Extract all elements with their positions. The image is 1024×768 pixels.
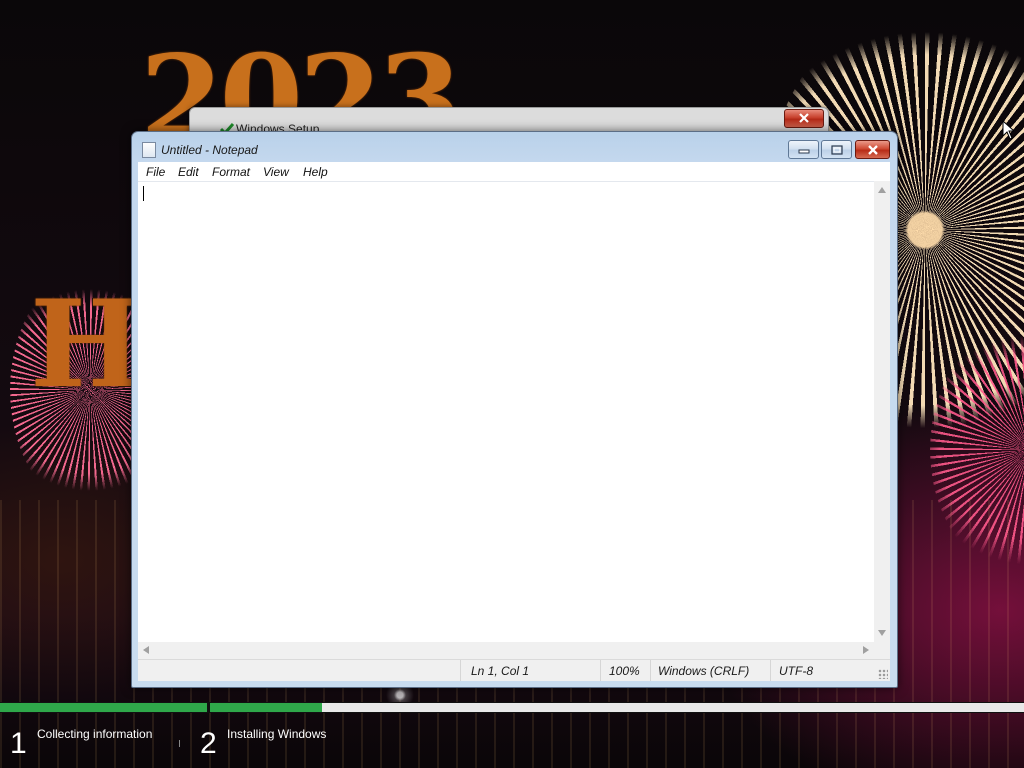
menu-help[interactable]: Help <box>303 165 328 179</box>
progress-segment-installing <box>210 703 1024 712</box>
status-cell-encoding: UTF-8 <box>770 660 891 681</box>
maximize-button[interactable] <box>821 140 852 159</box>
progress-fill-installing <box>210 703 322 712</box>
minimize-button[interactable] <box>788 140 819 159</box>
notepad-window[interactable]: Untitled - Notepad File Edit Format View… <box>131 131 898 688</box>
status-cell-zoom: 100% <box>600 660 651 681</box>
setup-progress-bar <box>0 702 1024 713</box>
status-bar: Ln 1, Col 1 100% Windows (CRLF) UTF-8 <box>138 659 890 681</box>
step-label-2: Installing Windows <box>227 727 327 741</box>
window-title: Untitled - Notepad <box>161 143 258 157</box>
status-position: Ln 1, Col 1 <box>471 664 530 678</box>
resize-grip-icon[interactable] <box>878 669 888 679</box>
notepad-client-area: File Edit Format View Help Ln 1, Col 1 1… <box>138 162 890 681</box>
maximize-icon <box>830 144 843 155</box>
scroll-down-icon[interactable] <box>878 630 886 636</box>
vertical-scrollbar[interactable] <box>874 181 890 642</box>
setup-close-button[interactable] <box>784 109 824 128</box>
progress-fill-collecting <box>0 703 207 712</box>
menu-file[interactable]: File <box>146 165 165 179</box>
minimize-icon <box>798 149 809 153</box>
notepad-app-icon[interactable] <box>142 142 156 158</box>
text-caret <box>143 186 144 201</box>
step-label-1: Collecting information <box>37 727 153 741</box>
step-number-1: 1 <box>10 727 27 760</box>
scroll-left-icon[interactable] <box>143 646 149 654</box>
status-line-endings: Windows (CRLF) <box>658 664 750 678</box>
step-divider <box>179 740 180 747</box>
title-bar[interactable]: Untitled - Notepad <box>132 132 897 162</box>
scroll-up-icon[interactable] <box>878 187 886 193</box>
scroll-corner <box>874 642 890 659</box>
close-icon <box>867 144 878 155</box>
text-editor[interactable] <box>138 181 874 643</box>
status-zoom: 100% <box>609 664 640 678</box>
status-cell-line-endings: Windows (CRLF) <box>650 660 771 681</box>
close-icon <box>799 113 809 123</box>
mouse-pointer-icon <box>1002 120 1014 140</box>
menu-edit[interactable]: Edit <box>178 165 199 179</box>
status-cell-position: Ln 1, Col 1 <box>460 660 601 681</box>
status-encoding: UTF-8 <box>779 664 813 678</box>
menu-bar: File Edit Format View Help <box>138 162 890 181</box>
scroll-right-icon[interactable] <box>863 646 869 654</box>
progress-segment-collecting <box>0 703 207 712</box>
step-number-2: 2 <box>200 727 217 760</box>
menu-format[interactable]: Format <box>212 165 250 179</box>
horizontal-scrollbar[interactable] <box>138 642 874 659</box>
close-button[interactable] <box>855 140 890 159</box>
wallpaper-letter: H <box>30 274 144 415</box>
menu-view[interactable]: View <box>263 165 289 179</box>
